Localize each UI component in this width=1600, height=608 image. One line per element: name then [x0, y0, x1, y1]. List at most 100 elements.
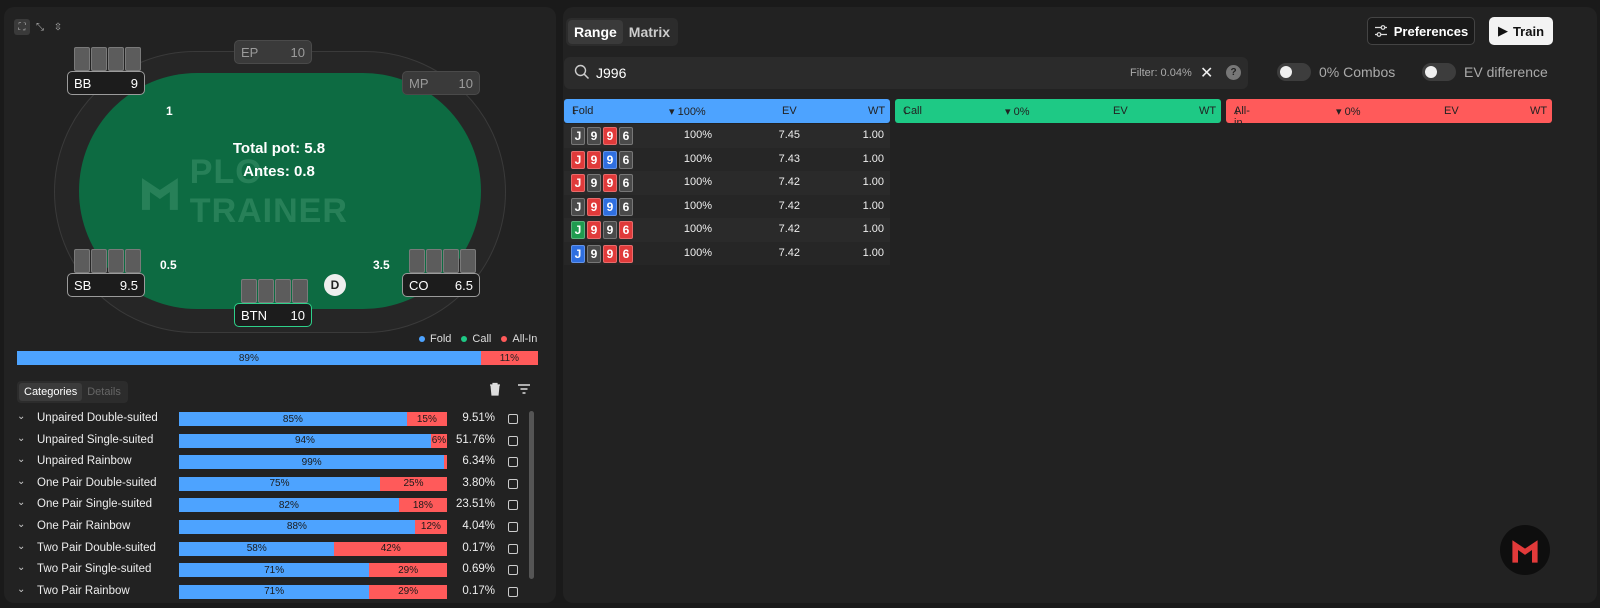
seat-co[interactable]: CO 6.5: [402, 273, 480, 297]
ev-difference-toggle[interactable]: EV difference: [1422, 63, 1548, 81]
column-header-fold[interactable]: Fold ↓ ▾ 100% EV WT: [564, 99, 890, 123]
seat-sb[interactable]: SB 9.5: [67, 273, 145, 297]
category-pct: 0.17%: [462, 541, 495, 554]
chevron-down-icon[interactable]: ⌄: [17, 433, 31, 444]
fold-segment: 94%: [179, 433, 431, 448]
category-checkbox[interactable]: [508, 586, 518, 597]
column-ev[interactable]: EV: [1113, 105, 1128, 117]
card: 6: [619, 221, 633, 239]
category-row[interactable]: ⌄ One Pair Single-suited 82% 18% 23.51%: [17, 495, 527, 517]
chevron-down-icon[interactable]: ⌄: [17, 476, 31, 487]
tab-categories[interactable]: Categories: [19, 383, 83, 401]
bet-sb: 0.5: [160, 258, 177, 272]
train-button[interactable]: ▶ Train: [1489, 17, 1553, 45]
category-checkbox[interactable]: [508, 565, 518, 576]
search-input[interactable]: [596, 64, 996, 82]
brand-logo[interactable]: [1500, 525, 1550, 575]
category-checkbox[interactable]: [508, 435, 518, 446]
tab-range[interactable]: Range: [568, 20, 623, 44]
hand-row[interactable]: J 9 9 6 100% 7.42 1.00: [564, 218, 890, 242]
column-wt[interactable]: WT: [868, 105, 885, 117]
trash-icon[interactable]: [488, 382, 502, 396]
hand-row[interactable]: J 9 9 6 100% 7.42 1.00: [564, 171, 890, 195]
hand-row[interactable]: J 9 9 6 100% 7.42 1.00: [564, 241, 890, 265]
category-name: Unpaired Double-suited: [37, 412, 158, 424]
hand-wt: 1.00: [862, 199, 884, 212]
seat-mp[interactable]: MP 10: [402, 71, 480, 95]
category-checkbox[interactable]: [508, 457, 518, 468]
zero-combos-toggle[interactable]: 0% Combos: [1277, 63, 1395, 81]
btn-hole-cards: [241, 279, 308, 303]
column-header-call[interactable]: Call ↓ ▾ 0% EV WT: [895, 99, 1221, 123]
hand-wt: 1.00: [862, 152, 884, 165]
collapse-icon[interactable]: ⇳: [50, 19, 66, 35]
hand-wt: 1.00: [862, 129, 884, 141]
category-checkbox[interactable]: [508, 478, 518, 489]
chevron-down-icon[interactable]: ⌄: [17, 541, 31, 552]
preferences-button[interactable]: Preferences: [1367, 17, 1475, 45]
view-toggle: Range Matrix: [566, 18, 679, 46]
category-row[interactable]: ⌄ Two Pair Single-suited 71% 29% 0.69%: [17, 560, 527, 582]
hand-row[interactable]: J 9 9 6 100% 7.43 1.00: [564, 147, 890, 171]
fullscreen-icon[interactable]: ⛶: [14, 19, 30, 35]
category-scrollbar[interactable]: [529, 411, 534, 579]
antes: Antes: 0.8: [243, 163, 315, 180]
column-wt[interactable]: WT: [1530, 105, 1547, 117]
co-hole-cards: [409, 249, 476, 273]
category-bar: 94% 6%: [179, 433, 447, 448]
chevron-down-icon[interactable]: ⌄: [17, 497, 31, 508]
toggle-switch[interactable]: [1422, 63, 1456, 81]
column-pct[interactable]: ▾ 100%: [669, 105, 706, 118]
category-checkbox[interactable]: [508, 500, 518, 511]
hand-row[interactable]: J 9 9 6 100% 7.42 1.00: [564, 194, 890, 218]
category-row[interactable]: ⌄ Unpaired Double-suited 85% 15% 9.51%: [17, 409, 527, 431]
dealer-button: D: [324, 274, 346, 296]
category-bar: 85% 15%: [179, 412, 447, 426]
seat-ep[interactable]: EP 10: [234, 40, 312, 64]
allin-segment: 12%: [414, 519, 447, 534]
shrink-icon[interactable]: ⤡: [32, 19, 48, 35]
hand-row[interactable]: J 9 9 6 100% 7.45 1.00: [564, 124, 890, 148]
category-name: Two Pair Single-suited: [37, 563, 152, 576]
chevron-down-icon[interactable]: ⌄: [17, 519, 31, 530]
hand-ev: 7.42: [778, 199, 800, 212]
category-pct: 0.17%: [462, 584, 495, 597]
close-icon[interactable]: ✕: [1200, 63, 1213, 83]
chevron-down-icon[interactable]: ⌄: [17, 584, 31, 595]
category-checkbox[interactable]: [508, 521, 518, 532]
category-row[interactable]: ⌄ One Pair Double-suited 75% 25% 3.80%: [17, 474, 527, 496]
seat-stack: 10: [290, 44, 305, 60]
column-pct[interactable]: ▾ 0%: [1336, 105, 1360, 118]
seat-position: SB: [74, 277, 92, 293]
category-row[interactable]: ⌄ Unpaired Rainbow 99% 6.34%: [17, 452, 527, 474]
category-row[interactable]: ⌄ Two Pair Double-suited 58% 42% 0.17%: [17, 539, 527, 561]
column-pct[interactable]: ▾ 0%: [1005, 105, 1029, 118]
seat-bb[interactable]: BB 9: [67, 71, 145, 95]
chevron-down-icon[interactable]: ⌄: [17, 562, 31, 573]
category-row[interactable]: ⌄ Two Pair Rainbow 71% 29% 0.17%: [17, 582, 527, 603]
column-action: All-in ↓: [1234, 105, 1250, 129]
help-icon[interactable]: ?: [1226, 65, 1241, 80]
card: 9: [603, 197, 617, 216]
seat-btn[interactable]: BTN 10: [234, 303, 312, 327]
category-bar: 82% 18%: [179, 498, 447, 513]
bet-bb: 1: [166, 104, 173, 118]
category-row[interactable]: ⌄ Unpaired Single-suited 94% 6% 51.76%: [17, 431, 527, 453]
category-checkbox[interactable]: [508, 543, 518, 554]
category-row[interactable]: ⌄ One Pair Rainbow 88% 12% 4.04%: [17, 517, 527, 539]
toggle-label: EV difference: [1464, 64, 1548, 80]
column-wt[interactable]: WT: [1199, 105, 1216, 117]
category-checkbox[interactable]: [508, 414, 518, 424]
seat-position: EP: [241, 44, 259, 60]
column-ev[interactable]: EV: [1444, 105, 1459, 117]
filter-icon[interactable]: [517, 382, 531, 396]
tab-matrix[interactable]: Matrix: [623, 20, 676, 44]
chevron-down-icon[interactable]: ⌄: [17, 454, 31, 465]
column-ev[interactable]: EV: [782, 105, 797, 117]
allin-segment: 15%: [406, 412, 447, 426]
column-header-allin[interactable]: All-in ↓ ▾ 0% EV WT: [1226, 99, 1552, 129]
chevron-down-icon[interactable]: ⌄: [17, 411, 31, 422]
allin-segment: 25%: [380, 476, 447, 491]
tab-details[interactable]: Details: [82, 383, 126, 401]
toggle-switch[interactable]: [1277, 63, 1311, 81]
